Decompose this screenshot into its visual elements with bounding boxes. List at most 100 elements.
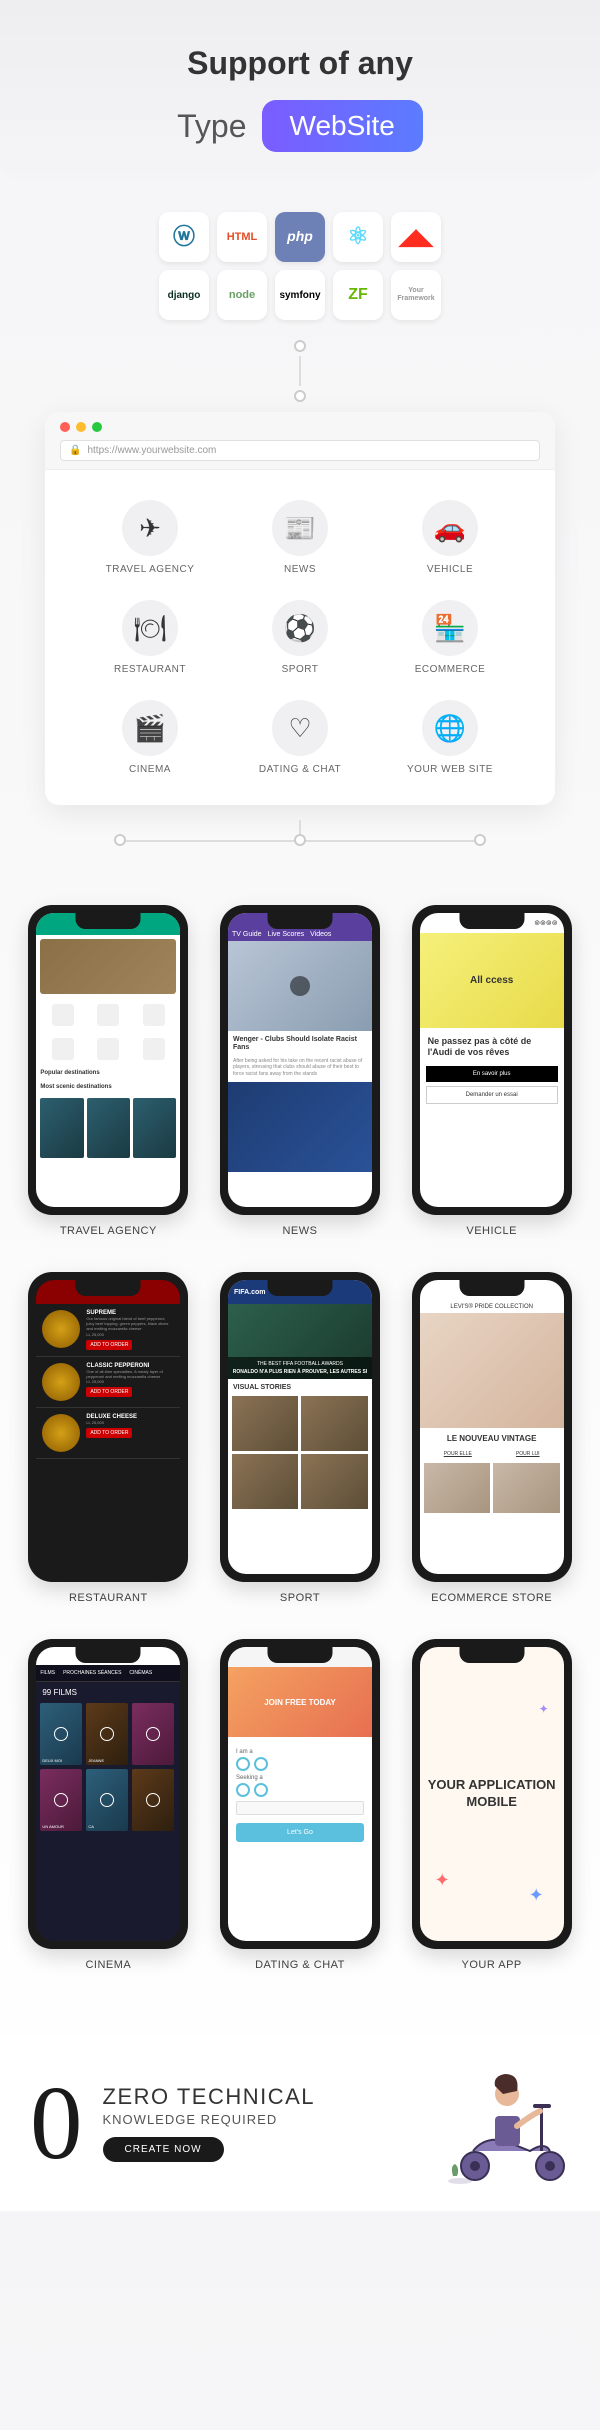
travel-hero[interactable] (40, 939, 176, 994)
category-cinema[interactable]: 🎬CINEMA (80, 700, 220, 775)
ecom-hero[interactable] (420, 1313, 564, 1428)
menu-item: SUPREME Our famous original blend of bee… (36, 1304, 180, 1357)
laravel-icon: ◢◣ (391, 212, 441, 262)
news-image[interactable] (228, 1082, 372, 1172)
url-bar[interactable]: 🔒 https://www.yourwebsite.com (60, 440, 540, 461)
header-title: Support of any (30, 45, 570, 82)
travel-section-title2: Most scenic destinations (36, 1080, 180, 1094)
traffic-lights (60, 422, 540, 432)
mockup-label: VEHICLE (466, 1225, 517, 1237)
poster[interactable] (132, 1703, 174, 1765)
category-restaurant[interactable]: 🍽 RESTAURANT (80, 600, 220, 675)
category-news[interactable]: 📰NEWS (230, 500, 370, 575)
minimize-icon[interactable] (76, 422, 86, 432)
ecommerce-icon: 🏪 (422, 600, 478, 656)
mockup-label: NEWS (282, 1225, 317, 1237)
add-to-order-button[interactable]: ADD TO ORDER (86, 1428, 132, 1438)
visual-stories-title: VISUAL STORIES (228, 1379, 372, 1396)
mockup-row-3: FILMS PROCHAINES SÉANCES CINÉMAS 99 FILM… (25, 1639, 575, 1971)
lets-go-button[interactable]: Let's Go (236, 1823, 364, 1842)
category-label: DATING & CHAT (259, 764, 341, 775)
your-framework-icon: Your Framework (391, 270, 441, 320)
category-your-web-site[interactable]: 🌐YOUR WEB SITE (380, 700, 520, 775)
mockup-label: ECOMMERCE STORE (431, 1592, 552, 1604)
category-ecommerce[interactable]: 🏪 ECOMMERCE (380, 600, 520, 675)
poster[interactable]: CA (86, 1769, 128, 1831)
sport-icon: ⚽ (272, 600, 328, 656)
category-travel-agency[interactable]: ✈TRAVEL AGENCY (80, 500, 220, 575)
php-icon: php (275, 212, 325, 262)
pizza-image (42, 1414, 80, 1452)
add-to-order-button[interactable]: ADD TO ORDER (86, 1340, 132, 1350)
mockup-vehicle: ⊚⊚⊚⊚ All ccess Ne passez pas à côté de l… (408, 905, 575, 1237)
category-label: ECOMMERCE (415, 664, 486, 675)
radio-woman[interactable] (254, 1757, 268, 1771)
mockup-travel: Popular destinations Most scenic destina… (25, 905, 192, 1237)
radio-man[interactable] (236, 1757, 250, 1771)
news-icon: 📰 (272, 500, 328, 556)
technologies-grid: ⓦHTMLphp⚛◢◣djangonodesymfonyZFYour Frame… (0, 212, 600, 320)
category-label: RESTAURANT (114, 664, 186, 675)
mockup-restaurant: SUPREME Our famous original blend of bee… (25, 1272, 192, 1604)
news-video[interactable] (228, 941, 372, 1031)
poster[interactable]: UN AMOUR (40, 1769, 82, 1831)
pizza-image (42, 1363, 80, 1401)
play-icon[interactable] (54, 1727, 68, 1741)
news-headline[interactable]: Wenger - Clubs Should Isolate Racist Fan… (228, 1031, 372, 1058)
mockup-yourapp: YOUR APPLICATION MOBILE ✦ ✦ ✦ YOUR APP (408, 1639, 575, 1971)
mockup-label: YOUR APP (462, 1959, 522, 1971)
country-select[interactable] (236, 1801, 364, 1815)
category-vehicle[interactable]: 🚗 VEHICLE (380, 500, 520, 575)
create-now-button[interactable]: CREATE NOW (103, 2137, 224, 2162)
item-desc: Our famous original blend of beef pepper… (86, 1316, 174, 1332)
dating-chat-icon: ♡ (272, 700, 328, 756)
mockup-label: CINEMA (85, 1959, 131, 1971)
ecom-tagline: LE NOUVEAU VINTAGE (420, 1428, 564, 1449)
play-icon[interactable] (146, 1793, 160, 1807)
ecom-title: LEVI'S® PRIDE COLLECTION (420, 1301, 564, 1313)
item-desc: One of all-time specialties. A meaty lay… (86, 1369, 174, 1379)
vehicle-headline: Ne passez pas à côté de l'Audi de vos rê… (420, 1028, 564, 1060)
zero-numeral: 0 (30, 2076, 83, 2171)
poster[interactable] (132, 1769, 174, 1831)
sport-hero[interactable]: THE BEST FIFA FOOTBALL AWARDSRONALDO N'A… (228, 1304, 372, 1379)
category-label: VEHICLE (427, 564, 473, 575)
vehicle-icon: 🚗 (422, 500, 478, 556)
browser-window: 🔒 https://www.yourwebsite.com ✈TRAVEL AG… (45, 412, 555, 805)
play-icon[interactable] (146, 1727, 160, 1741)
restaurant-icon: 🍽 (122, 600, 178, 656)
request-button[interactable]: Demander un essai (426, 1086, 558, 1104)
poster[interactable]: DEUX MOI (40, 1703, 82, 1765)
category-label: CINEMA (129, 764, 171, 775)
type-label: Type (177, 108, 246, 145)
wordpress-icon: ⓦ (159, 212, 209, 262)
poster[interactable]: JEANNE (86, 1703, 128, 1765)
play-icon[interactable] (290, 976, 310, 996)
vehicle-hero: All ccess (420, 933, 564, 1028)
category-dating-chat[interactable]: ♡ DATING & CHAT (230, 700, 370, 775)
category-sport[interactable]: ⚽SPORT (230, 600, 370, 675)
header-section: Support of any Type WebSite (0, 0, 600, 182)
star-icon: ✦ (529, 1885, 544, 1906)
close-icon[interactable] (60, 422, 70, 432)
mockup-label: DATING & CHAT (255, 1959, 345, 1971)
play-icon[interactable] (54, 1793, 68, 1807)
category-label: TRAVEL AGENCY (106, 564, 195, 575)
add-to-order-button[interactable]: ADD TO ORDER (86, 1387, 132, 1397)
url-text: https://www.yourwebsite.com (87, 445, 216, 456)
mockup-label: SPORT (280, 1592, 320, 1604)
menu-item: DELUXE CHEESE LL 25,000 ADD TO ORDER (36, 1408, 180, 1459)
mockup-cinema: FILMS PROCHAINES SÉANCES CINÉMAS 99 FILM… (25, 1639, 192, 1971)
dating-hero: JOIN FREE TODAY (228, 1667, 372, 1737)
maximize-icon[interactable] (92, 422, 102, 432)
mockup-label: RESTAURANT (69, 1592, 148, 1604)
header-subtitle-row: Type WebSite (30, 100, 570, 152)
play-icon[interactable] (100, 1793, 114, 1807)
play-icon[interactable] (100, 1727, 114, 1741)
pizza-image (42, 1310, 80, 1348)
node-js-icon: node (217, 270, 267, 320)
react-icon: ⚛ (333, 212, 383, 262)
travel-section-title: Popular destinations (36, 1066, 180, 1080)
footer-section: 0 ZERO TECHNICAL KNOWLEDGE REQUIRED CREA… (0, 2036, 600, 2211)
learn-more-button[interactable]: En savoir plus (426, 1066, 558, 1082)
